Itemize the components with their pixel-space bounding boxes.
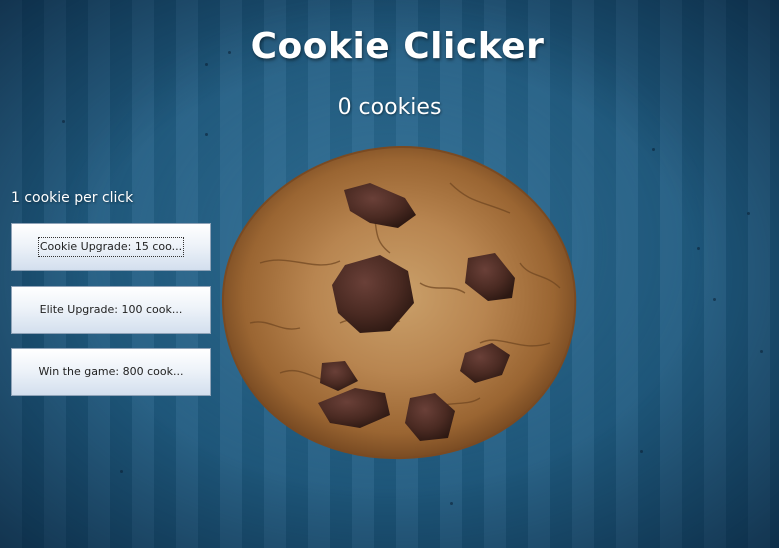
background-speck — [120, 470, 123, 473]
elite-upgrade-label: Elite Upgrade: 100 cook... — [39, 303, 183, 316]
background-speck — [205, 133, 208, 136]
game-title: Cookie Clicker — [250, 26, 545, 67]
background-speck — [713, 298, 716, 301]
cookie-upgrade-label: Cookie Upgrade: 15 coo... — [37, 237, 185, 257]
background-speck — [697, 247, 700, 250]
cookie-count: 0 cookies — [337, 95, 442, 120]
cookie-upgrade-button[interactable]: Cookie Upgrade: 15 coo... — [11, 223, 211, 271]
win-game-label: Win the game: 800 cook... — [38, 365, 184, 378]
background-speck — [450, 502, 453, 505]
big-cookie-button[interactable] — [220, 143, 578, 461]
background-speck — [760, 350, 763, 353]
chocolate-chip-cookie-icon — [221, 145, 577, 460]
background-speck — [747, 212, 750, 215]
elite-upgrade-button[interactable]: Elite Upgrade: 100 cook... — [11, 286, 211, 334]
background-speck — [62, 120, 65, 123]
background-speck — [652, 148, 655, 151]
win-game-button[interactable]: Win the game: 800 cook... — [11, 348, 211, 396]
background-speck — [640, 450, 643, 453]
cookies-per-click: 1 cookie per click — [11, 190, 134, 206]
